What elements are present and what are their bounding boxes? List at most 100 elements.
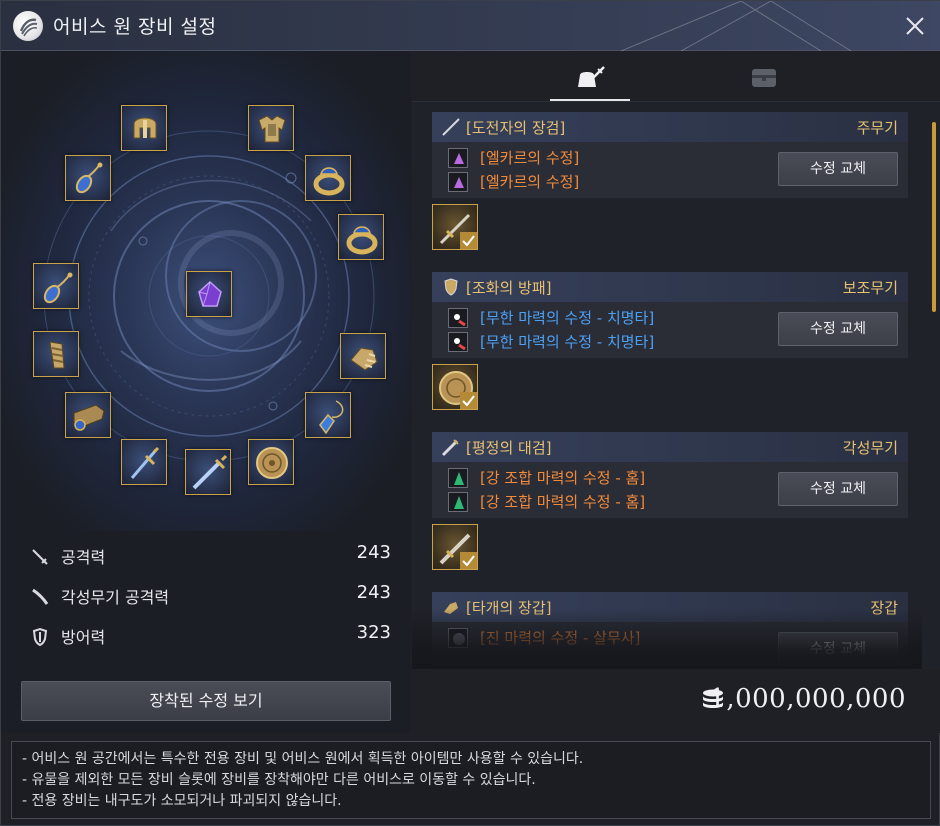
stat-row-awakening-attack: 각성무기 공격력 243 bbox=[29, 579, 391, 619]
abyss-one-equipment-window: 어비스 원 장비 설정 공격력 243 각성무기 공격력 243 방어력 323… bbox=[0, 0, 940, 826]
necklace-slot-2[interactable] bbox=[305, 392, 351, 438]
belt-slot[interactable] bbox=[33, 331, 79, 377]
swap-crystal-button[interactable]: 수정 교체 bbox=[778, 152, 898, 186]
stats-list: 공격력 243 각성무기 공격력 243 방어력 323 bbox=[29, 539, 391, 659]
crystal-panel: [도전자의 장검] 주무기 [엘카르의 수정] [엘카르의 수정] 수정 교체 … bbox=[412, 51, 940, 733]
shield-icon bbox=[256, 447, 288, 479]
crystal-name: [엘카르의 수정] bbox=[480, 173, 580, 191]
entry-header: [타개의 장갑] 장갑 bbox=[432, 592, 908, 622]
equipment-bag-icon bbox=[578, 66, 605, 87]
crystal-icon bbox=[448, 332, 468, 352]
equipment-panel: 공격력 243 각성무기 공격력 243 방어력 323 장착된 수정 보기 bbox=[1, 51, 411, 733]
gloves-slot[interactable] bbox=[340, 333, 386, 379]
earring-icon bbox=[43, 272, 73, 304]
crystal-icon bbox=[448, 172, 468, 192]
sword-stat-icon bbox=[32, 549, 48, 565]
shoes-icon bbox=[73, 404, 105, 431]
entry-crystals: [엘카르의 수정] [엘카르의 수정] 수정 교체 bbox=[432, 142, 908, 198]
shoes-slot[interactable] bbox=[65, 392, 111, 438]
weapon-item-slot[interactable] bbox=[432, 204, 478, 250]
main-weapon-slot[interactable] bbox=[121, 439, 167, 485]
window-title: 어비스 원 장비 설정 bbox=[53, 16, 217, 38]
equipped-check-icon bbox=[460, 232, 477, 249]
shield-icon bbox=[444, 278, 458, 296]
swap-crystal-button[interactable]: 수정 교체 bbox=[778, 632, 898, 666]
ring-slot-2[interactable] bbox=[338, 214, 384, 260]
title-bar: 어비스 원 장비 설정 bbox=[1, 1, 940, 51]
entry-header: [평정의 대검] 각성무기 bbox=[432, 432, 908, 462]
greatsword-icon bbox=[192, 454, 228, 490]
weapon-type: 보조무기 bbox=[842, 279, 898, 297]
weapon-type: 주무기 bbox=[856, 119, 898, 137]
tab-bar bbox=[412, 51, 940, 101]
crystal-icon bbox=[448, 148, 468, 168]
weapon-crystal-list: [도전자의 장검] 주무기 [엘카르의 수정] [엘카르의 수정] 수정 교체 … bbox=[412, 101, 940, 669]
helmet-slot[interactable] bbox=[121, 105, 167, 151]
earring-slot-1[interactable] bbox=[65, 155, 111, 201]
storage-chest-icon bbox=[752, 69, 776, 87]
armor-icon bbox=[258, 115, 286, 143]
title-decoration bbox=[621, 1, 852, 51]
swap-crystal-button[interactable]: 수정 교체 bbox=[778, 312, 898, 346]
weapon-type: 장갑 bbox=[870, 599, 898, 617]
crystal-name: [진 마력의 수정 - 살무사] bbox=[480, 629, 641, 647]
entry-crystals: [강 조합 마력의 수정 - 홈] [강 조합 마력의 수정 - 홈] 수정 교… bbox=[432, 462, 908, 518]
center-crystal-slot[interactable] bbox=[186, 271, 232, 317]
armor-slot[interactable] bbox=[248, 105, 294, 151]
close-button[interactable] bbox=[901, 12, 929, 40]
stat-value: 243 bbox=[356, 582, 391, 603]
crystal-icon bbox=[448, 628, 468, 648]
close-icon bbox=[906, 17, 924, 35]
money-footer: 1,000,000,000 bbox=[412, 669, 940, 733]
weapon-name: [평정의 대검] bbox=[466, 439, 552, 457]
scrollbar[interactable] bbox=[932, 122, 936, 312]
awakening-weapon-slot[interactable] bbox=[185, 449, 231, 495]
equipped-check-icon bbox=[460, 552, 477, 569]
notice-box: - 어비스 원 공간에서는 특수한 전용 장비 및 어비스 원에서 획득한 아이… bbox=[11, 741, 931, 819]
weapon-name: [도전자의 장검] bbox=[466, 119, 566, 137]
gloves-icon bbox=[444, 602, 458, 614]
equipment-tab[interactable] bbox=[550, 51, 630, 101]
greatsword-item-slot[interactable] bbox=[432, 524, 478, 570]
storage-tab[interactable] bbox=[724, 51, 804, 101]
longsword-icon bbox=[442, 118, 460, 136]
stat-row-attack: 공격력 243 bbox=[29, 539, 391, 579]
gloves-icon bbox=[350, 347, 378, 371]
entry-header: [조화의 방패] 보조무기 bbox=[432, 272, 908, 302]
stat-value: 323 bbox=[356, 622, 391, 643]
equipped-check-icon bbox=[460, 392, 477, 409]
view-equipped-crystals-button[interactable]: 장착된 수정 보기 bbox=[21, 681, 391, 721]
earring-slot-2[interactable] bbox=[33, 263, 79, 309]
ring-icon bbox=[346, 226, 378, 255]
weapon-name: [조화의 방패] bbox=[466, 279, 552, 297]
abyss-one-logo-icon bbox=[13, 11, 43, 41]
crystal-icon bbox=[448, 492, 468, 512]
list-item: [조화의 방패] 보조무기 [무한 마력의 수정 - 치명타] [무한 마력의 … bbox=[432, 272, 908, 422]
crystal-name: [강 조합 마력의 수정 - 홈] bbox=[480, 493, 646, 511]
list-item: [평정의 대검] 각성무기 [강 조합 마력의 수정 - 홈] [강 조합 마력… bbox=[432, 432, 908, 582]
silver-amount: 1,000,000,000 bbox=[709, 684, 906, 714]
shield-stat-icon bbox=[32, 627, 48, 647]
entry-header: [도전자의 장검] 주무기 bbox=[432, 112, 908, 142]
entry-crystals: [진 마력의 수정 - 살무사] 수정 교체 bbox=[432, 622, 908, 669]
shield-slot[interactable] bbox=[248, 439, 294, 485]
necklace-icon bbox=[319, 400, 344, 435]
equipment-orbit bbox=[1, 51, 411, 531]
notice-line: - 전용 장비는 내구도가 소모되거나 파괴되지 않습니다. bbox=[22, 793, 342, 809]
crystal-icon bbox=[448, 308, 468, 328]
swap-crystal-button[interactable]: 수정 교체 bbox=[778, 472, 898, 506]
stat-row-defense: 방어력 323 bbox=[29, 619, 391, 659]
list-item: [도전자의 장검] 주무기 [엘카르의 수정] [엘카르의 수정] 수정 교체 bbox=[432, 112, 908, 262]
necklace-slot[interactable] bbox=[305, 155, 351, 201]
gloves-icon bbox=[49, 341, 65, 369]
crystal-icon bbox=[448, 468, 468, 488]
purple-crystal-icon bbox=[198, 280, 222, 307]
notice-line: - 유물을 제외한 모든 장비 슬롯에 장비를 장착해야만 다른 어비스로 이동… bbox=[22, 772, 536, 788]
crystal-name: [무한 마력의 수정 - 치명타] bbox=[480, 333, 655, 351]
stat-label: 공격력 bbox=[61, 548, 106, 567]
earring-icon bbox=[75, 162, 103, 194]
shield-item-slot[interactable] bbox=[432, 364, 478, 410]
sword-icon bbox=[130, 446, 160, 479]
list-item: [타개의 장갑] 장갑 [진 마력의 수정 - 살무사] 수정 교체 bbox=[432, 592, 908, 669]
crystal-name: [엘카르의 수정] bbox=[480, 149, 580, 167]
